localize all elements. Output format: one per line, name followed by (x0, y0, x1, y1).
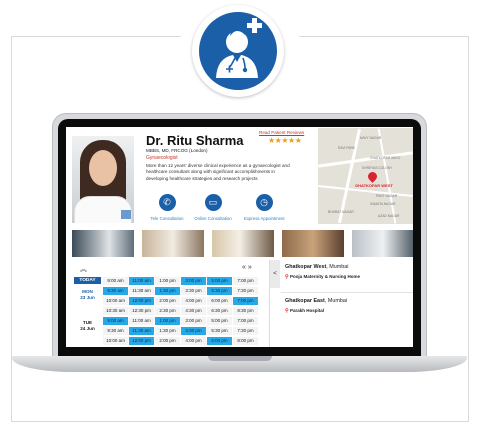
clock-icon: ◷ (255, 194, 273, 211)
consultation-label: Express Appointment (244, 216, 285, 221)
rating-stars: ★★★★★ (268, 136, 302, 145)
time-slot[interactable]: 6:30 pm (207, 307, 232, 315)
time-slot[interactable]: 11:00 am (129, 317, 154, 325)
location-item[interactable]: Ghatkopar East, Mumbai ⚲ Parakh Hospital (285, 298, 413, 314)
doctor-degrees: MBBS, MD, FRCOG (London) (146, 148, 208, 153)
time-slot[interactable]: 11:30 am (129, 327, 154, 335)
map-label: NAVY NAGAR (360, 136, 382, 140)
time-slot[interactable]: 8:30 pm (233, 307, 258, 315)
map-label: BHARAT NAGAR (328, 210, 354, 214)
time-slot[interactable]: 6:00 pm (207, 297, 232, 305)
express-appointment-button[interactable]: ◷ Express Appointment (244, 194, 285, 221)
day-tuesday[interactable]: TUE 24 Jun (74, 320, 101, 331)
time-slot[interactable]: 1:00 pm (155, 317, 180, 325)
time-slot[interactable]: 4:00 pm (181, 337, 206, 345)
schedule-up-arrow-icon[interactable]: ︽ (80, 264, 87, 274)
doctor-specialty: Gynaecologist (146, 155, 178, 161)
consultation-label: Online Consultation (194, 216, 232, 221)
watermark-logo (121, 210, 131, 219)
time-slot[interactable]: 2:00 pm (155, 337, 180, 345)
schedule-nav-arrows[interactable]: « » (242, 264, 252, 271)
time-slot[interactable]: 1:00 pm (155, 277, 180, 285)
doctor-bio: More than 12 years' diverse clinical exp… (146, 163, 290, 181)
time-slot[interactable]: 3:30 pm (181, 287, 206, 295)
location-item[interactable]: Ghatkopar West, Mumbai ⚲ Pooja Maternity… (285, 264, 413, 280)
time-slot[interactable]: 5:30 pm (207, 327, 232, 335)
time-slot[interactable]: 10:00 am (103, 337, 128, 345)
map-label: AZAD NAGAR (378, 214, 400, 218)
time-slot[interactable]: 7:30 pm (233, 287, 258, 295)
map-label: SHREYAS COLONY (362, 166, 393, 170)
time-slot[interactable]: 9:00 am (103, 277, 128, 285)
time-slot[interactable]: 8:00 pm (233, 337, 258, 345)
map-label: SAMATA NAGAR (370, 202, 396, 206)
location-map[interactable]: NAVY NAGAR RAVI PARK GHATKOPAR WEST SHRE… (318, 128, 413, 224)
time-slot[interactable]: 1:30 pm (155, 327, 180, 335)
time-slot[interactable]: 11:30 am (129, 287, 154, 295)
time-slot[interactable]: 5:00 pm (207, 277, 232, 285)
time-slot[interactable]: 10:30 am (103, 307, 128, 315)
time-slot[interactable]: 5:00 pm (207, 317, 232, 325)
divider (281, 292, 413, 293)
time-slot[interactable]: 12:00 pm (129, 297, 154, 305)
locations-panel: < Ghatkopar West, Mumbai ⚲ Pooja Materni… (269, 260, 413, 347)
time-slot[interactable]: 9:30 am (103, 327, 128, 335)
time-slot[interactable]: 3:00 pm (181, 317, 206, 325)
doctor-badge (192, 5, 284, 97)
consultation-label: Tele Consultation (150, 216, 184, 221)
location-pin-icon: ⚲ (285, 274, 289, 280)
clinic-photo[interactable] (72, 230, 134, 257)
time-slot[interactable]: 3:00 pm (181, 277, 206, 285)
time-slot[interactable]: 1:30 pm (155, 287, 180, 295)
online-consultation-button[interactable]: ▭ Online Consultation (193, 194, 233, 221)
time-slot[interactable]: 2:00 pm (155, 297, 180, 305)
time-slot[interactable]: 4:30 pm (181, 307, 206, 315)
location-pin-icon: ⚲ (285, 308, 289, 314)
time-slot[interactable]: 3:30 pm (181, 327, 206, 335)
time-slot[interactable]: 7:30 pm (233, 327, 258, 335)
map-location-label: GHATKOPAR WEST (355, 183, 393, 188)
clinic-photo[interactable] (282, 230, 344, 257)
tele-consultation-button[interactable]: ✆ Tele Consultation (147, 194, 187, 221)
map-pin-icon (366, 170, 379, 183)
doctor-name: Dr. Ritu Sharma (146, 133, 244, 148)
time-slot[interactable]: 12:00 pm (129, 337, 154, 345)
laptop-notch (208, 356, 272, 361)
time-slot[interactable]: 5:30 pm (207, 287, 232, 295)
clinic-photo[interactable] (352, 230, 413, 257)
day-today[interactable]: TODAY (74, 277, 101, 284)
time-slot[interactable]: 7:00 pm (233, 317, 258, 325)
time-slot[interactable]: 2:30 pm (155, 307, 180, 315)
phone-icon: ✆ (158, 194, 176, 211)
laptop-icon: ▭ (204, 194, 222, 211)
time-slot[interactable]: 9:00 am (103, 317, 128, 325)
map-label: GHATKOPAR WEST (370, 156, 401, 160)
day-monday[interactable]: MON 23 Jun (74, 289, 101, 300)
clinic-photo[interactable] (142, 230, 204, 257)
clinic-gallery (72, 230, 413, 257)
read-reviews-link[interactable]: Read Patient Reviews (259, 130, 304, 135)
time-slot[interactable]: 7:00 pm (233, 297, 258, 305)
profile-screen: Dr. Ritu Sharma MBBS, MD, FRCOG (London)… (66, 127, 413, 347)
time-slot[interactable]: 12:30 pm (129, 307, 154, 315)
doctor-icon (216, 18, 262, 78)
doctor-photo (72, 136, 134, 223)
time-slot[interactable]: 9:30 am (103, 287, 128, 295)
clinic-photo[interactable] (212, 230, 274, 257)
time-slot[interactable]: 6:00 pm (207, 337, 232, 345)
collapse-arrow-icon[interactable]: < (270, 260, 280, 288)
time-slot[interactable]: 7:00 pm (233, 277, 258, 285)
map-label: RAVI PARK (338, 146, 356, 150)
time-slot[interactable]: 11:00 am (129, 277, 154, 285)
time-slot[interactable]: 4:00 pm (181, 297, 206, 305)
map-label: PANT NAGAR (376, 194, 398, 198)
time-slot[interactable]: 10:00 am (103, 297, 128, 305)
